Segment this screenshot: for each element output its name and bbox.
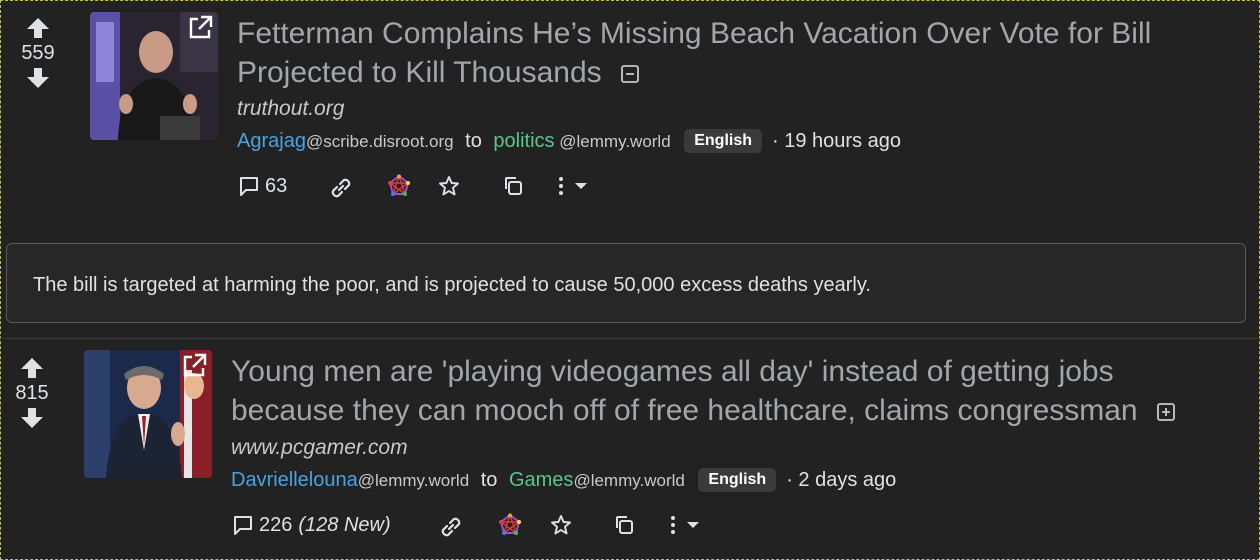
post-actions: 226 (128 New) <box>231 513 731 543</box>
star-icon <box>551 515 571 535</box>
fediverse-icon <box>499 513 521 535</box>
post-title-line2: Projected to Kill Thousands <box>237 56 602 89</box>
author-instance: @scribe.disroot.org <box>305 132 454 151</box>
post-meta: Agrajag@scribe.disroot.org to politics @… <box>237 129 901 153</box>
star-icon <box>439 176 459 196</box>
post-card: 815 Young men are 'playing videogames al… <box>0 340 1260 560</box>
downvote-icon[interactable] <box>19 406 45 430</box>
to-label: to <box>465 130 482 152</box>
comment-count: 63 <box>265 174 288 197</box>
copy-icon <box>505 177 522 195</box>
crosspost-button[interactable] <box>501 174 525 198</box>
post-domain[interactable]: truthout.org <box>237 97 344 121</box>
link-button[interactable] <box>437 513 465 541</box>
post-community[interactable]: politics <box>493 130 554 152</box>
comments-button[interactable]: 63 <box>237 174 287 198</box>
caret-down-icon <box>687 522 699 528</box>
save-button[interactable] <box>437 174 461 198</box>
post-title[interactable]: Fetterman Complains He’s Missing Beach V… <box>237 14 1237 92</box>
post-community[interactable]: Games <box>509 469 573 491</box>
external-link-icon[interactable] <box>186 14 214 42</box>
comment-icon <box>240 177 258 196</box>
upvote-icon[interactable] <box>25 16 51 40</box>
fediverse-icon <box>388 174 410 196</box>
more-icon <box>559 177 563 195</box>
post-title-line1: Young men are 'playing videogames all da… <box>231 355 1114 388</box>
post-thumbnail[interactable] <box>90 12 218 140</box>
save-button[interactable] <box>549 513 573 537</box>
post-actions: 63 <box>237 174 637 204</box>
post-title-line1: Fetterman Complains He’s Missing Beach V… <box>237 17 1152 50</box>
external-link-icon[interactable] <box>180 352 208 380</box>
post-meta: Davriellelouna@lemmy.world to Games@lemm… <box>231 468 896 492</box>
vote-column: 815 <box>2 356 62 430</box>
more-icon <box>671 516 675 534</box>
community-instance: @lemmy.world <box>573 471 685 490</box>
comment-icon <box>234 516 252 535</box>
language-badge: English <box>698 468 777 492</box>
comment-count: 226 <box>259 513 293 536</box>
downvote-icon[interactable] <box>25 66 51 90</box>
post-domain[interactable]: www.pcgamer.com <box>231 436 408 460</box>
caret-down-icon <box>575 183 587 189</box>
language-badge: English <box>684 129 763 153</box>
post-title-line2: because they can mooch off of free healt… <box>231 394 1138 427</box>
expand-icon[interactable] <box>1156 402 1176 422</box>
fediverse-button[interactable] <box>498 513 522 537</box>
vote-column: 559 <box>8 16 68 90</box>
post-title[interactable]: Young men are 'playing videogames all da… <box>231 352 1241 430</box>
post-divider <box>0 338 1260 339</box>
post-score: 559 <box>21 42 55 64</box>
crosspost-button[interactable] <box>612 513 636 537</box>
link-icon <box>331 178 351 198</box>
post-author[interactable]: Davriellelouna <box>231 469 358 491</box>
post-thumbnail[interactable] <box>84 350 212 478</box>
post-card: 559 Fetterman Complains He’s Missing Bea… <box>0 0 1260 240</box>
link-button[interactable] <box>327 174 355 202</box>
post-time: · 19 hours ago <box>772 130 901 152</box>
post-author[interactable]: Agrajag <box>237 130 306 152</box>
community-instance: @lemmy.world <box>554 132 671 151</box>
collapse-icon[interactable] <box>620 64 640 84</box>
more-button[interactable] <box>555 174 589 198</box>
upvote-icon[interactable] <box>19 356 45 380</box>
comments-button[interactable]: 226 (128 New) <box>231 513 391 537</box>
post-body-text: The bill is targeted at harming the poor… <box>33 274 871 296</box>
author-instance: @lemmy.world <box>357 471 470 490</box>
new-comment-count: (128 New) <box>298 513 391 536</box>
copy-icon <box>616 516 633 534</box>
fediverse-button[interactable] <box>387 174 411 198</box>
more-button[interactable] <box>667 513 701 537</box>
to-label: to <box>480 469 498 491</box>
post-time: · 2 days ago <box>786 469 897 491</box>
post-score: 815 <box>15 382 49 404</box>
link-icon <box>441 517 461 537</box>
post-body: The bill is targeted at harming the poor… <box>6 243 1246 323</box>
